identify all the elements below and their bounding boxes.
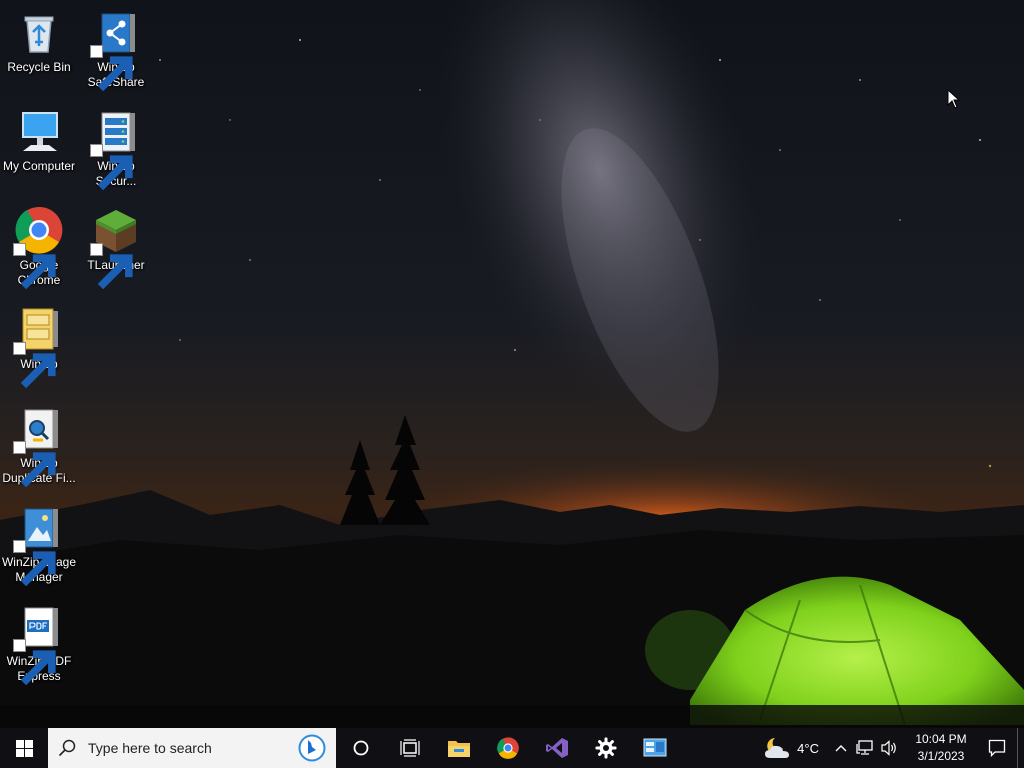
clock-time: 10:04 PM <box>915 732 967 746</box>
bing-icon[interactable] <box>298 734 326 767</box>
taskbar-settings[interactable] <box>581 728 630 768</box>
search-placeholder: Type here to search <box>88 740 212 756</box>
winzip-duplicate-finder-icon <box>13 402 65 488</box>
control-panel-icon <box>643 738 666 757</box>
taskbar-chrome[interactable] <box>483 728 532 768</box>
winzip-pdf-express-icon <box>13 600 65 686</box>
weather-widget[interactable]: 4°C <box>763 736 829 760</box>
task-view-icon <box>399 739 420 757</box>
winzip-image-manager-icon <box>13 501 65 587</box>
tlauncher-icon <box>90 204 142 290</box>
taskbar-control-panel[interactable] <box>630 728 679 768</box>
desktop-icon-winzip[interactable]: WinZip <box>0 297 78 389</box>
desktop-icon-winzip-image-manager[interactable]: WinZip Image Manager <box>0 495 78 587</box>
weather-temperature: 4°C <box>797 740 819 756</box>
desktop-icon-winzip-duplicate-finder[interactable]: WinZip Duplicate Fi... <box>0 396 78 488</box>
chrome-icon <box>496 737 519 759</box>
cortana-button[interactable] <box>336 728 385 768</box>
show-hidden-icons-button[interactable] <box>829 728 853 768</box>
visual-studio-icon <box>545 738 568 758</box>
shortcut-arrow-icon <box>13 639 56 686</box>
desktop-icon-label: Recycle Bin <box>7 60 71 74</box>
desktop-icon-recycle-bin[interactable]: Recycle Bin <box>0 0 78 75</box>
settings-icon <box>595 737 616 759</box>
desktop-icon-label: My Computer <box>2 159 76 173</box>
winzip-icon <box>13 303 65 389</box>
shortcut-arrow-icon <box>90 243 133 290</box>
desktop-icon-winzip-secure-backup[interactable]: WinZip Secur... <box>77 99 155 191</box>
notification-icon <box>988 739 1006 757</box>
shortcut-arrow-icon <box>13 441 56 488</box>
shortcut-arrow-icon <box>90 45 133 92</box>
network-icon <box>856 740 873 755</box>
desktop-icon-tlauncher[interactable]: TLauncher <box>77 198 155 290</box>
recycle-bin-icon <box>13 6 65 58</box>
my-computer-icon <box>13 105 65 157</box>
winzip-secure-backup-icon <box>90 105 142 191</box>
taskbar-clock[interactable]: 10:04 PM 3/1/2023 <box>905 731 977 765</box>
volume-button[interactable] <box>877 728 901 768</box>
start-button[interactable] <box>0 728 48 768</box>
shortcut-arrow-icon <box>13 243 56 290</box>
network-button[interactable] <box>853 728 877 768</box>
shortcut-arrow-icon <box>90 144 133 191</box>
desktop-icon-google-chrome[interactable]: Google Chrome <box>0 198 78 290</box>
desktop-icon-my-computer[interactable]: My Computer <box>0 99 78 174</box>
task-view-button[interactable] <box>385 728 434 768</box>
taskbar-search-box[interactable]: Type here to search <box>48 728 336 768</box>
volume-icon <box>881 740 896 756</box>
mouse-cursor-icon <box>947 88 961 114</box>
windows-logo-icon <box>15 739 33 757</box>
taskbar-visual-studio[interactable] <box>532 728 581 768</box>
clock-date: 3/1/2023 <box>917 749 965 763</box>
search-icon <box>58 739 76 757</box>
partly-cloudy-night-icon <box>765 738 790 758</box>
file-explorer-icon <box>447 741 470 757</box>
cortana-icon <box>353 740 368 756</box>
taskbar-file-explorer[interactable] <box>434 728 483 768</box>
chevron-up-icon <box>835 745 847 752</box>
google-chrome-icon <box>13 204 65 290</box>
taskbar: Type here to search 4°C 10:04 PM 3/1/202… <box>0 728 1024 768</box>
shortcut-arrow-icon <box>13 540 56 587</box>
system-tray: 4°C 10:04 PM 3/1/2023 <box>763 728 1024 768</box>
shortcut-arrow-icon <box>13 342 56 389</box>
show-desktop-button[interactable] <box>1017 728 1024 768</box>
desktop-icon-winzip-safeshare[interactable]: WinZip SafeShare <box>77 0 155 92</box>
desktop-icon-winzip-pdf-express[interactable]: WinZip PDF Express <box>0 594 78 686</box>
action-center-button[interactable] <box>977 728 1017 768</box>
winzip-safeshare-icon <box>90 6 142 92</box>
